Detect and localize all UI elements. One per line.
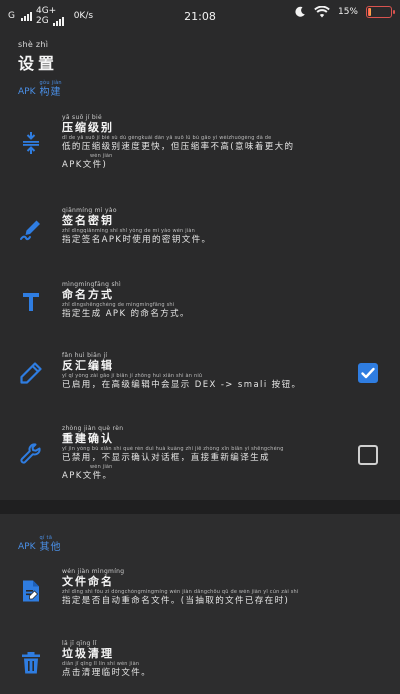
item-title: 反汇编辑 — [62, 359, 114, 372]
status-bar: G 4G+ 2G 0K/s 21:08 15% — [0, 0, 400, 32]
section-label: 其他 — [39, 542, 62, 553]
text-format-icon — [18, 289, 44, 315]
item-title: 签名密钥 — [62, 214, 114, 227]
item-title-ruby: zhòng jiàn què rèn — [62, 425, 124, 432]
item-title-ruby: lā jī qīng lǐ — [62, 640, 97, 647]
check-icon — [361, 367, 375, 379]
item-title-ruby: wén jiàn mìngmíng — [62, 568, 125, 575]
section-header-other: APK qí tā 其他 — [18, 535, 62, 553]
page-title-ruby: shè zhì — [18, 40, 49, 49]
trash-icon — [18, 650, 44, 676]
page-title: shè zhì 设置 — [18, 40, 58, 74]
page-title-text: 设置 — [18, 54, 59, 73]
item-title: 重建确认 — [62, 432, 114, 445]
setting-file-naming[interactable]: wén jiàn mìngmíng 文件命名 zhǐ dìng shì fǒu … — [0, 568, 400, 628]
item-desc: 点击清理临时文件。 — [62, 668, 152, 678]
setting-signing-key[interactable]: qiānmíng mì yào 签名密钥 zhǐ dìngqiānmíng sh… — [0, 205, 400, 265]
item-title-ruby: mìngmíngfāng shì — [62, 281, 121, 288]
item-desc-ruby: zhǐ dìngqiānmíng shí shǐ yòng de mì yào … — [62, 228, 196, 234]
item-title: 命名方式 — [62, 288, 114, 301]
battery-icon — [366, 6, 395, 18]
item-title-ruby: fǎn huì biān jí — [62, 352, 108, 359]
item-desc: 已禁用，不显示确认对话框，直接重新编译生成 — [62, 453, 270, 463]
setting-rebuild-confirm[interactable]: zhòng jiàn què rèn 重建确认 yǐ jìn yòng bù x… — [0, 425, 400, 491]
disassemble-checkbox[interactable] — [358, 363, 378, 383]
item-desc-ruby: zhǐ dìngshēngchéng de mìngmíngfāng shì — [62, 302, 175, 308]
section-label: 构建 — [39, 87, 62, 98]
item-desc: 指定生成 APK 的命名方式。 — [62, 309, 190, 319]
section-divider — [0, 500, 400, 514]
wrench-icon — [18, 441, 44, 467]
status-right: 15% — [294, 6, 395, 18]
setting-compression-level[interactable]: yā suō jí bié 压缩级别 dī de yā suō jí bié s… — [0, 110, 400, 182]
setting-junk-cleanup[interactable]: lā jī qīng lǐ 垃圾清理 diǎn jī qīng lǐ lín s… — [0, 640, 400, 694]
item-title: 垃圾清理 — [62, 647, 114, 660]
item-desc: 低的压缩级别速度更快，但压缩率不高(意味着更大的 — [62, 142, 295, 152]
moon-icon — [295, 6, 305, 17]
section-ruby: gòu jiàn — [39, 80, 62, 86]
section-abbr: APK — [18, 542, 36, 552]
item-desc-ruby: dī de yā suō jí bié sù dù gèngkuài dàn y… — [62, 135, 272, 141]
item-desc-ruby: zhǐ dìng shì fǒu zì dòngchóngmìngmíng wé… — [62, 589, 299, 595]
item-desc-ruby: wén jiàn — [90, 464, 113, 470]
file-rename-icon — [18, 578, 44, 604]
item-desc-ruby: yǐ qǐ yòng zài gāo jí biān jí zhōng huì … — [62, 373, 203, 379]
item-title-ruby: qiānmíng mì yào — [62, 207, 117, 214]
rebuild-confirm-checkbox[interactable] — [358, 445, 378, 465]
item-desc: 指定签名APK时使用的密钥文件。 — [62, 235, 212, 245]
item-title: 压缩级别 — [62, 121, 114, 134]
item-desc: APK文件。 — [62, 471, 113, 481]
section-abbr: APK — [18, 87, 36, 97]
pencil-icon — [18, 360, 44, 386]
setting-disassemble-edit[interactable]: fǎn huì biān jí 反汇编辑 yǐ qǐ yòng zài gāo … — [0, 352, 400, 412]
item-desc-ruby: wén jiàn — [90, 153, 113, 159]
item-desc-ruby: yǐ jìn yòng bù xiǎn shì què rèn duì huà … — [62, 446, 284, 452]
setting-naming-mode[interactable]: mìngmíngfāng shì 命名方式 zhǐ dìngshēngchéng… — [0, 281, 400, 341]
section-ruby: qí tā — [39, 535, 53, 541]
item-title: 文件命名 — [62, 575, 114, 588]
section-header-build: APK gòu jiàn 构建 — [18, 80, 62, 98]
item-title-ruby: yā suō jí bié — [62, 114, 102, 121]
item-desc: 指定是否自动重命名文件。(当抽取的文件已存在时) — [62, 596, 290, 606]
item-desc: APK文件) — [62, 160, 108, 170]
signature-icon — [18, 217, 44, 243]
item-desc: 已启用，在高级编辑中会显示 DEX -> smali 按钮。 — [62, 380, 302, 390]
compress-icon — [18, 130, 44, 156]
battery-percent: 15% — [337, 7, 358, 17]
wifi-icon — [314, 6, 330, 18]
item-desc-ruby: diǎn jī qīng lǐ lín shí wén jiàn — [62, 661, 140, 667]
